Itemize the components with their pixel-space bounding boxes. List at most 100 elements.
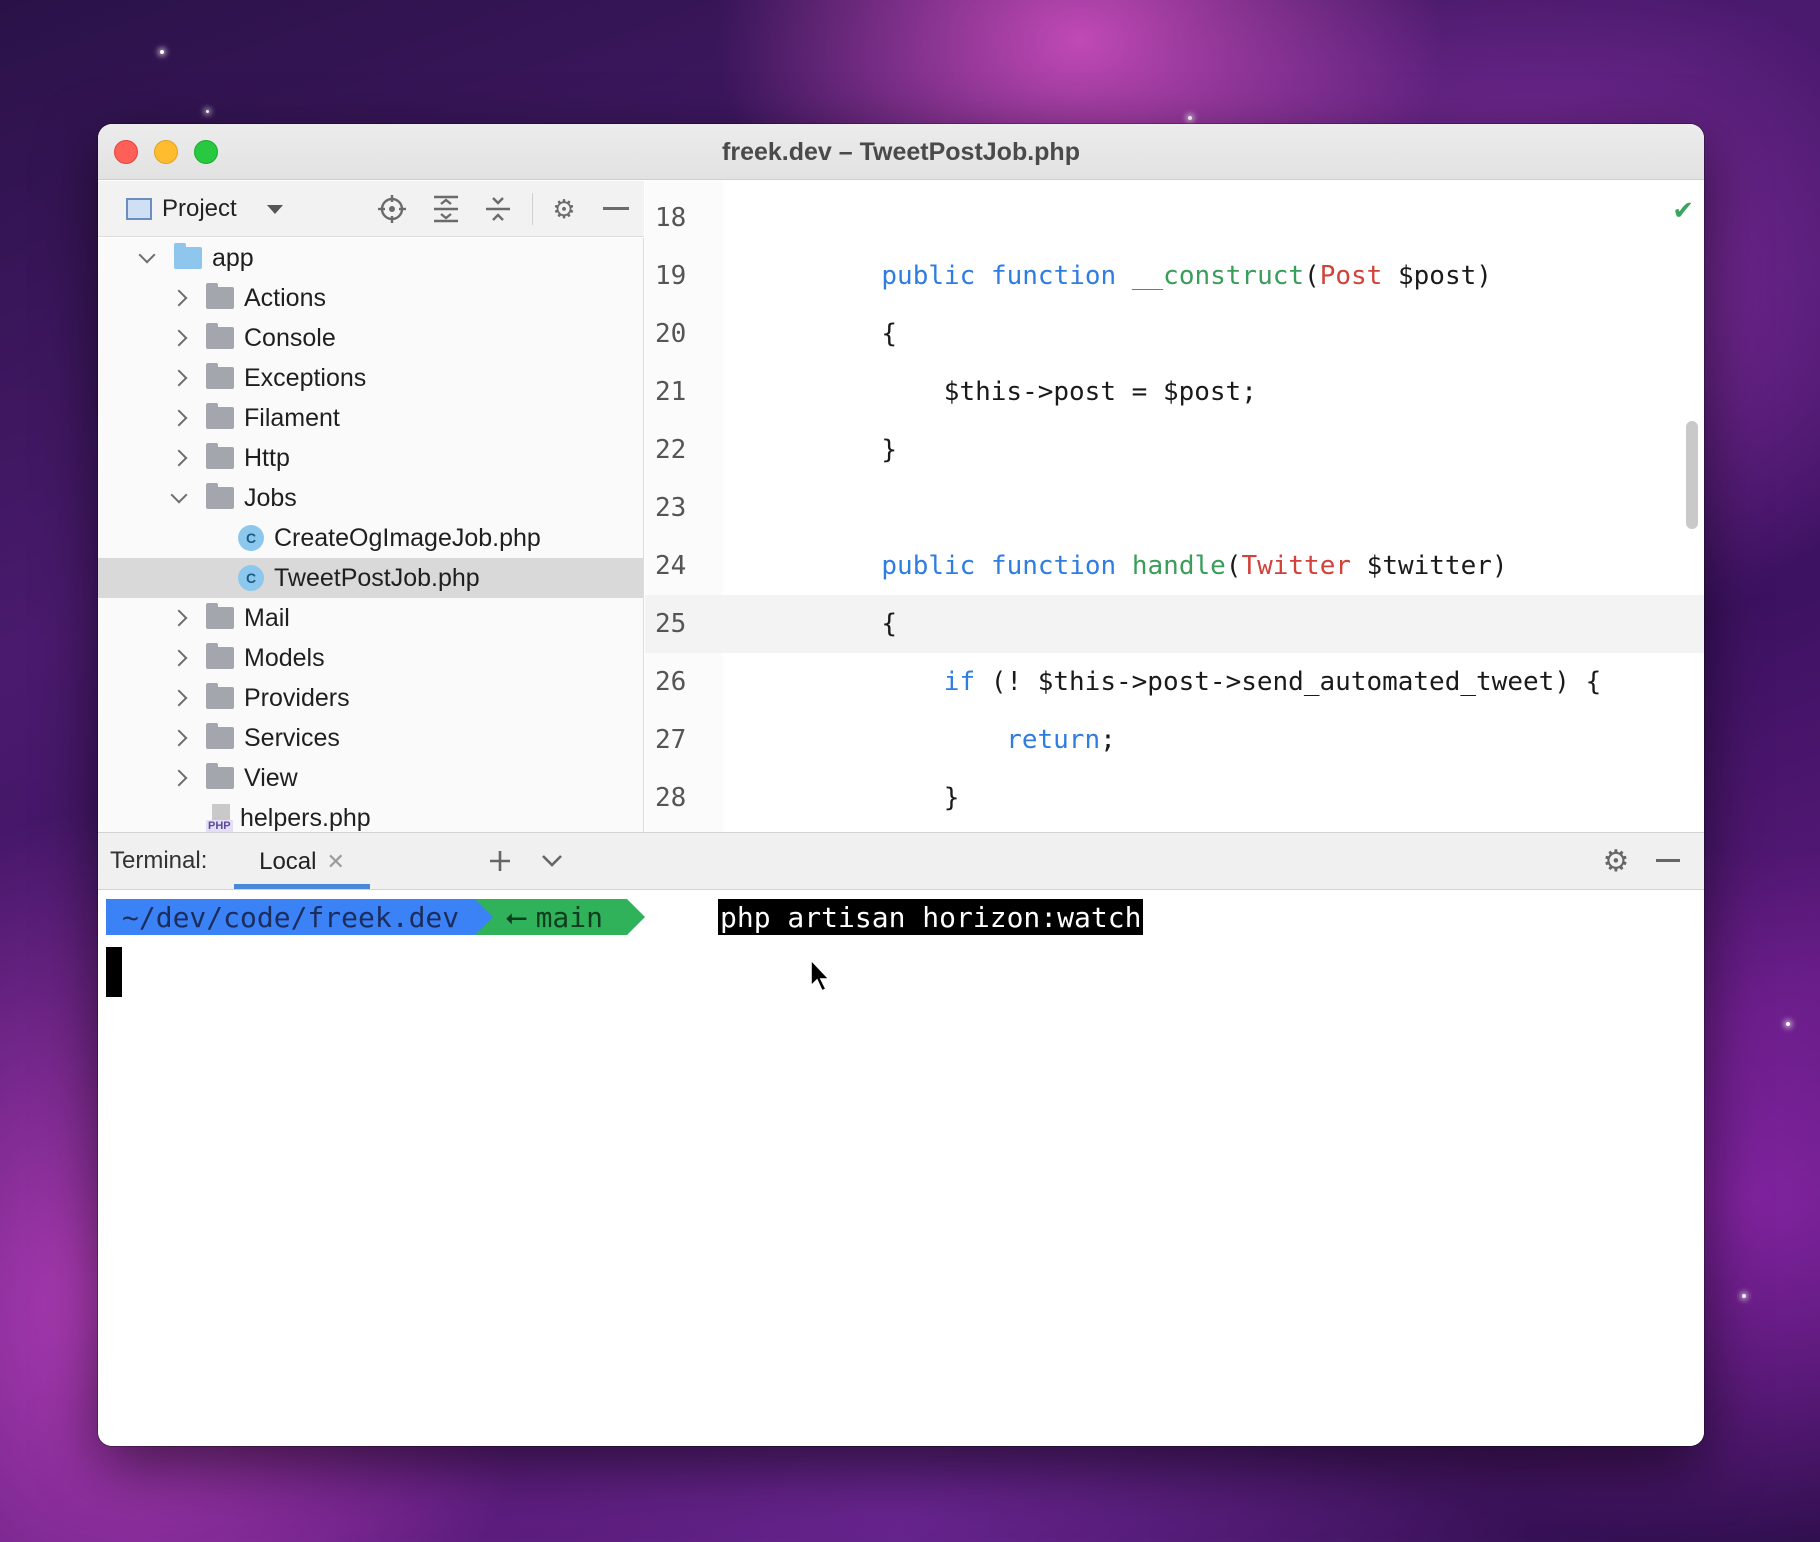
tab-terminal-local[interactable]: Local ✕ — [234, 833, 370, 891]
plus-icon[interactable] — [480, 841, 520, 881]
tree-item-label: Exceptions — [244, 363, 367, 392]
code-line[interactable]: 26 if (! $this->post->send_automated_twee… — [645, 653, 1704, 711]
code-line[interactable]: 27 return; — [645, 711, 1704, 769]
code-token: $post) — [1382, 261, 1492, 291]
folder-icon — [206, 323, 234, 349]
folder-icon — [174, 243, 202, 269]
code-line[interactable]: 25 { — [645, 595, 1704, 653]
locate-file-icon[interactable] — [376, 193, 408, 225]
folder-icon — [206, 363, 234, 389]
tree-folder[interactable]: Services — [98, 718, 643, 758]
project-label: Project — [162, 195, 237, 222]
terminal-output[interactable]: ~/dev/code/freek.dev ⭠ main php artisan … — [98, 891, 1704, 1446]
tree-folder[interactable]: app — [98, 238, 643, 278]
chevron-down-icon[interactable] — [138, 249, 156, 267]
chevron-down-icon[interactable] — [532, 841, 572, 881]
gear-icon[interactable]: ⚙ — [548, 193, 580, 225]
close-icon[interactable]: ✕ — [326, 849, 344, 875]
tree-folder[interactable]: Actions — [98, 278, 643, 318]
code-text: $this->post = $post; — [723, 377, 1257, 407]
window-title: freek.dev – TweetPostJob.php — [722, 138, 1080, 166]
line-number: 28 — [655, 783, 687, 813]
hide-panel-icon[interactable] — [1648, 841, 1688, 881]
tree-folder[interactable]: Models — [98, 638, 643, 678]
tree-folder[interactable]: Jobs — [98, 478, 643, 518]
code-token: ( — [1304, 261, 1320, 291]
hide-panel-icon[interactable] — [600, 193, 632, 225]
code-line[interactable]: 28} — [645, 769, 1704, 827]
project-icon — [126, 198, 152, 220]
chevron-right-icon[interactable] — [170, 609, 188, 627]
prompt-branch: main — [535, 900, 603, 934]
chevron-right-icon[interactable] — [170, 369, 188, 387]
line-number: 21 — [655, 377, 687, 407]
chevron-right-icon[interactable] — [170, 689, 188, 707]
code-token: $twitter) — [1351, 551, 1508, 581]
code-text: { — [723, 319, 897, 349]
terminal-command: php artisan horizon:watch — [718, 899, 1144, 935]
prompt-path: ~/dev/code/freek.dev — [106, 899, 494, 935]
line-number: 22 — [655, 435, 687, 465]
tree-folder[interactable]: Providers — [98, 678, 643, 718]
code-token: public — [881, 261, 976, 291]
code-text: public function __construct(Post $post) — [723, 261, 1492, 291]
code-token: } — [943, 783, 960, 813]
tree-folder[interactable]: Filament — [98, 398, 643, 438]
tree-folder[interactable]: View — [98, 758, 643, 798]
line-number: 20 — [655, 319, 687, 349]
code-token: public — [881, 551, 976, 581]
folder-icon — [206, 443, 234, 469]
php-file-icon: PHP — [206, 804, 233, 832]
chevron-down-icon[interactable] — [170, 489, 188, 507]
terminal-cursor — [106, 947, 122, 997]
tree-file[interactable]: C CreateOgImageJob.php — [98, 518, 643, 558]
background-star — [1786, 1022, 1790, 1026]
code-text: public function handle(Twitter $twitter) — [723, 551, 1508, 581]
code-line[interactable]: 20 { — [645, 305, 1704, 363]
title-bar: freek.dev – TweetPostJob.php — [98, 124, 1704, 180]
tree-file[interactable]: C TweetPostJob.php — [98, 558, 643, 598]
terminal-tab-label: Local — [259, 848, 317, 875]
tree-folder[interactable]: Mail — [98, 598, 643, 638]
folder-icon — [206, 763, 234, 789]
tree-item-label: TweetPostJob.php — [274, 563, 480, 592]
shell-prompt: ~/dev/code/freek.dev ⭠ main — [106, 899, 645, 935]
chevron-right-icon[interactable] — [170, 449, 188, 467]
code-line[interactable]: 21 $this->post = $post; — [645, 363, 1704, 421]
code-line[interactable]: 24 public function handle(Twitter $twitte… — [645, 537, 1704, 595]
code-editor[interactable]: ✔ 18 19 public function __construct(Post $… — [645, 181, 1704, 832]
chevron-right-icon[interactable] — [170, 729, 188, 747]
code-line[interactable]: 23 — [645, 479, 1704, 537]
code-line[interactable]: 19 public function __construct(Post $post… — [645, 247, 1704, 305]
code-token: function — [990, 551, 1117, 581]
gear-icon[interactable]: ⚙ — [1596, 841, 1636, 881]
active-tab-indicator — [234, 884, 370, 889]
tree-item-label: View — [244, 763, 298, 792]
chevron-right-icon[interactable] — [170, 329, 188, 347]
project-view-selector[interactable]: Project — [126, 195, 283, 223]
code-token: ( — [1225, 551, 1242, 581]
tree-folder[interactable]: Http — [98, 438, 643, 478]
tree-item-label: Actions — [244, 283, 326, 312]
chevron-right-icon[interactable] — [170, 649, 188, 667]
chevron-right-icon[interactable] — [170, 769, 188, 787]
code-line[interactable]: 22} — [645, 421, 1704, 479]
code-token: Twitter — [1241, 551, 1352, 581]
tree-folder[interactable]: Exceptions — [98, 358, 643, 398]
code-token: ; — [1100, 725, 1116, 755]
tree-file[interactable]: PHP helpers.php — [98, 798, 643, 832]
code-token: } — [881, 435, 898, 465]
code-line[interactable]: 18 — [645, 189, 1704, 247]
line-number: 24 — [655, 551, 687, 581]
terminal-header: Terminal: Local ✕ ⚙ — [98, 832, 1704, 890]
code-token: __construct — [1131, 261, 1305, 291]
chevron-right-icon[interactable] — [170, 409, 188, 427]
collapse-all-icon[interactable] — [482, 193, 514, 225]
chevron-right-icon[interactable] — [170, 289, 188, 307]
background-star — [1742, 1294, 1746, 1298]
expand-all-icon[interactable] — [430, 193, 462, 225]
code-text: if (! $this->post->send_automated_tweet)… — [723, 667, 1601, 697]
tree-folder[interactable]: Console — [98, 318, 643, 358]
code-token: handle — [1131, 551, 1226, 581]
